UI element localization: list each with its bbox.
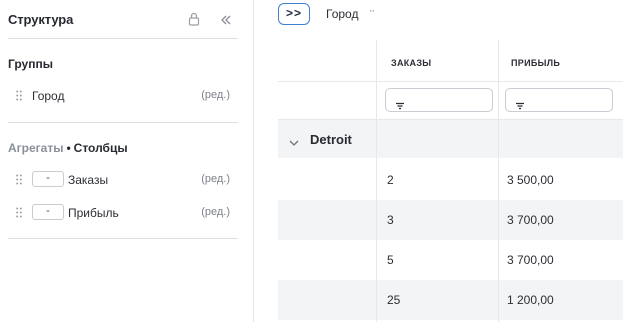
filter-icon — [395, 97, 405, 110]
groups-section-title: Группы — [8, 57, 53, 71]
grid-line — [376, 40, 377, 322]
profit-cell: 3 500,00 — [507, 173, 554, 187]
aggregate-select[interactable]: - — [32, 171, 64, 187]
drag-handle-icon[interactable] — [16, 207, 22, 218]
profit-cell: 1 200,00 — [507, 293, 554, 307]
group-label: Detroit — [310, 132, 352, 147]
field-label: Заказы — [68, 173, 109, 187]
column-header-orders[interactable]: ЗАКАЗЫ — [391, 58, 431, 68]
aggregates-label: Агрегаты — [8, 141, 64, 155]
orders-cell: 3 — [387, 213, 394, 227]
group-by-chip[interactable]: Город — [326, 7, 358, 21]
expand-all-button[interactable]: >> — [278, 3, 310, 25]
orders-cell: 2 — [387, 173, 394, 187]
lock-icon[interactable] — [188, 12, 200, 26]
edit-link[interactable]: (ред.) — [201, 206, 230, 218]
field-label: Город — [32, 89, 65, 103]
orders-cell: 5 — [387, 253, 394, 267]
drag-handle-icon[interactable] — [16, 90, 22, 101]
edit-link[interactable]: (ред.) — [201, 89, 230, 101]
agg-field-orders[interactable]: - Заказы (ред.) — [8, 170, 230, 190]
group-field-city[interactable]: Город (ред.) — [8, 86, 230, 106]
filter-icon — [515, 97, 525, 110]
chevron-down-icon[interactable] — [289, 134, 299, 146]
table-row: 25 1 200,00 — [278, 280, 623, 320]
aggregate-select[interactable]: - — [32, 204, 64, 220]
edit-link[interactable]: (ред.) — [201, 173, 230, 185]
orders-cell: 25 — [387, 293, 401, 307]
grid-line — [278, 81, 623, 82]
structure-panel: Структура Группы Город (ред.) Агрегаты • С… — [0, 0, 254, 322]
columns-label: Столбцы — [73, 141, 128, 155]
table-row: 3 3 700,00 — [278, 200, 623, 240]
grid-line — [498, 40, 499, 322]
group-row-detroit[interactable]: Detroit — [278, 120, 623, 158]
table-row: 5 3 700,00 — [278, 240, 623, 280]
pivot-table: Detroit 2 3 500,00 3 3 700,00 5 3 700,00… — [278, 40, 623, 322]
divider — [8, 38, 238, 39]
collapse-panel-icon[interactable] — [219, 13, 233, 27]
profit-cell: 3 700,00 — [507, 253, 554, 267]
divider — [8, 238, 238, 239]
table-row: 2 3 500,00 — [278, 160, 623, 200]
field-label: Прибыль — [68, 206, 119, 220]
agg-field-profit[interactable]: - Прибыль (ред.) — [8, 203, 230, 223]
chip-menu-icon[interactable]: ·· — [369, 5, 375, 17]
panel-title: Структура — [8, 12, 74, 27]
drag-handle-icon[interactable] — [16, 174, 22, 185]
separator-dot: • — [66, 141, 71, 155]
profit-filter-input[interactable] — [505, 88, 613, 112]
panel-header: Структура — [8, 12, 238, 28]
grid-line — [278, 119, 623, 120]
column-header-profit[interactable]: ПРИБЫЛЬ — [511, 58, 560, 68]
profit-cell: 3 700,00 — [507, 213, 554, 227]
orders-filter-input[interactable] — [385, 88, 493, 112]
aggregates-section-title: Агрегаты • Столбцы — [8, 141, 128, 155]
divider — [8, 122, 238, 123]
